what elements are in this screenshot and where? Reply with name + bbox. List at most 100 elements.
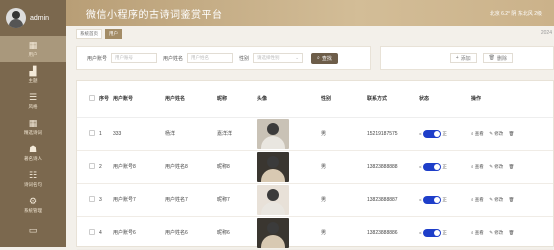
- year-label: 2024: [540, 30, 552, 36]
- delete-row-button[interactable]: 🗑: [509, 230, 515, 235]
- sidebar-item-poems[interactable]: ▦ 精选诗词: [0, 114, 66, 140]
- cell-name: 杨洋: [163, 117, 215, 151]
- table-header-row: 序号 用户账号 用户姓名 昵称 头像 性别 联系方式 状态 操作: [77, 81, 553, 118]
- cell-name: 用户姓名7: [163, 183, 215, 217]
- cell-gender: 男: [319, 117, 365, 151]
- gear-icon: ⚙: [28, 196, 38, 206]
- edit-label: 修改: [494, 196, 504, 202]
- name-label: 用户姓名: [163, 55, 184, 62]
- username: admin: [30, 14, 50, 22]
- add-label: 添加: [460, 55, 471, 62]
- header-status: 状态: [417, 81, 469, 118]
- toggle-caption-left: <: [419, 131, 422, 136]
- table-row: 1 333 杨洋 嘉洋洋 男 15219187575 < 正 ⌕ 查看 ✎ 修改…: [77, 117, 553, 151]
- table-row: 3 用户账号7 用户姓名7 昵称7 男 13823888887 < 正 ⌕ 查看…: [77, 183, 553, 217]
- sidebar-header: admin: [0, 0, 66, 36]
- action-panel: + 添加 🗑 删除: [380, 46, 554, 70]
- gender-label: 性别: [239, 55, 250, 62]
- row-checkbox[interactable]: [89, 162, 95, 169]
- table-row: 4 用户账号6 用户姓名6 昵称6 男 13823888886 < 正 ⌕ 查看…: [77, 216, 553, 250]
- cell-nickname: 昵称8: [215, 150, 255, 184]
- cell-index: 4: [97, 216, 111, 250]
- gender-select[interactable]: 请选择性别 ⌄: [253, 53, 304, 63]
- sidebar-item-label: 风格: [28, 104, 38, 109]
- edit-button[interactable]: ✎ 修改: [489, 197, 503, 202]
- table-row: 2 用户账号8 用户姓名8 昵称8 男 13823888888 < 正 ⌕ 查看…: [77, 150, 553, 184]
- cell-name: 用户姓名8: [163, 150, 215, 184]
- status-toggle[interactable]: [423, 162, 442, 171]
- search-button-label: 查找: [321, 55, 332, 62]
- cell-gender: 男: [319, 183, 365, 217]
- sidebar-item-user[interactable]: ▦ 用户: [0, 36, 66, 62]
- cell-nickname: 昵称7: [215, 183, 255, 217]
- search-icon: ⌕: [471, 229, 474, 235]
- gender-placeholder: 请选择性别: [257, 55, 280, 60]
- account-label: 用户账号: [87, 55, 108, 62]
- row-checkbox[interactable]: [89, 228, 95, 235]
- search-icon: ⌕: [317, 55, 320, 61]
- edit-button[interactable]: ✎ 修改: [489, 164, 503, 169]
- status-toggle[interactable]: [423, 228, 442, 237]
- cell-name: 用户姓名6: [163, 216, 215, 250]
- grid-icon: ▦: [28, 118, 38, 128]
- tab-user[interactable]: 用户: [105, 29, 122, 39]
- delete-button[interactable]: 🗑 删除: [482, 53, 513, 63]
- sidebar-item-more[interactable]: ▭: [0, 218, 66, 244]
- sidebar-item-label: 用户: [28, 52, 38, 57]
- edit-button[interactable]: ✎ 修改: [489, 230, 503, 235]
- sidebar-item-label: 诗词名句: [24, 182, 42, 187]
- view-button[interactable]: ⌕ 查看: [471, 197, 484, 202]
- grid-icon: ▦: [28, 40, 38, 50]
- cell-phone: 13823888886: [365, 216, 417, 250]
- edit-icon: ✎: [489, 196, 493, 202]
- view-button[interactable]: ⌕ 查看: [471, 131, 484, 136]
- delete-row-button[interactable]: 🗑: [509, 197, 515, 202]
- edit-button[interactable]: ✎ 修改: [489, 131, 503, 136]
- user-table-card: 序号 用户账号 用户姓名 昵称 头像 性别 联系方式 状态 操作 1 333 杨…: [76, 80, 554, 250]
- sidebar-item-system[interactable]: ⚙ 系统管理: [0, 192, 66, 218]
- cell-account: 333: [111, 117, 163, 151]
- search-button[interactable]: ⌕ 查找: [311, 52, 338, 64]
- trash-icon: 🗑: [508, 130, 515, 136]
- cell-gender: 男: [319, 216, 365, 250]
- avatar-photo: [257, 118, 289, 149]
- edit-icon: ✎: [489, 163, 493, 169]
- sidebar-item-label: 精选诗词: [24, 130, 42, 135]
- sidebar-item-style[interactable]: ☰ 风格: [0, 88, 66, 114]
- sidebar-item-label: 系统管理: [24, 208, 42, 213]
- sidebar-item-theme[interactable]: ▟ 主题: [0, 62, 66, 88]
- trash-icon: 🗑: [508, 229, 515, 235]
- tab-home[interactable]: 系统首页: [76, 29, 102, 39]
- edit-icon: ✎: [489, 229, 493, 235]
- status-toggle[interactable]: [423, 129, 442, 138]
- view-label: 查看: [474, 196, 484, 202]
- chevron-down-icon: ⌄: [295, 55, 300, 60]
- row-checkbox[interactable]: [89, 129, 95, 136]
- view-button[interactable]: ⌕ 查看: [471, 230, 484, 235]
- sidebar-item-quotes[interactable]: ☷ 诗词名句: [0, 166, 66, 192]
- cell-nickname: 昵称6: [215, 216, 255, 250]
- avatar-photo: [257, 217, 289, 248]
- delete-row-button[interactable]: 🗑: [509, 164, 515, 169]
- toggle-caption-right: 正: [442, 229, 447, 235]
- user-table: 序号 用户账号 用户姓名 昵称 头像 性别 联系方式 状态 操作 1 333 杨…: [77, 81, 553, 250]
- header-gender: 性别: [319, 81, 365, 118]
- cell-gender: 男: [319, 150, 365, 184]
- cell-nickname: 嘉洋洋: [215, 117, 255, 151]
- select-all-checkbox[interactable]: [89, 94, 95, 101]
- name-input[interactable]: 用户姓名: [187, 53, 234, 63]
- toggle-caption-left: <: [419, 164, 422, 169]
- account-input[interactable]: 用户账号: [111, 53, 158, 63]
- page-title: 微信小程序的古诗词鉴赏平台: [86, 9, 223, 21]
- toggle-caption-right: 正: [442, 196, 447, 202]
- row-checkbox[interactable]: [89, 195, 95, 202]
- sidebar-item-poets[interactable]: ☗ 著名诗人: [0, 140, 66, 166]
- header-phone: 联系方式: [365, 81, 417, 118]
- delete-row-button[interactable]: 🗑: [509, 131, 515, 136]
- search-icon: ⌕: [471, 163, 474, 169]
- cell-index: 1: [97, 117, 111, 151]
- status-toggle[interactable]: [423, 195, 442, 204]
- add-button[interactable]: + 添加: [449, 53, 477, 63]
- view-button[interactable]: ⌕ 查看: [471, 164, 484, 169]
- avatar: [6, 8, 26, 28]
